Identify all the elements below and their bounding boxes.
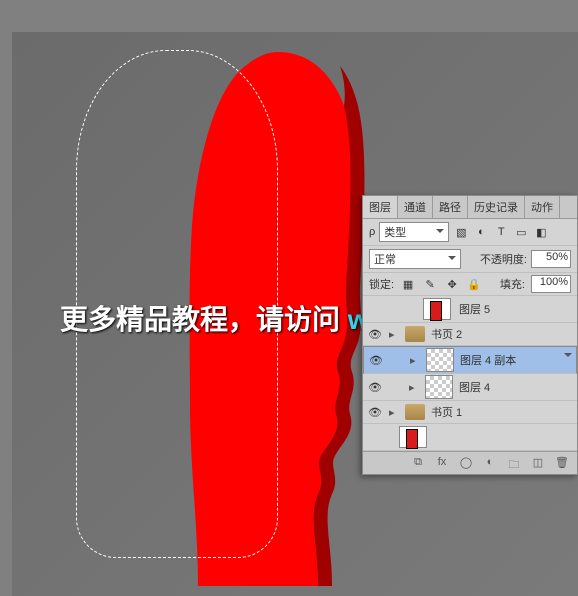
visibility-icon[interactable]: 👁 <box>368 354 384 367</box>
panel-bottom-toolbar: ⧉ fx ◯ ◐ 🗀 ◫ 🗑 <box>363 451 577 474</box>
lock-label: 锁定: <box>369 276 394 292</box>
folder-icon <box>405 326 425 342</box>
lock-position-icon[interactable]: ✥ <box>444 276 460 292</box>
expand-arrow-icon[interactable]: ▸ <box>409 381 419 394</box>
tab-actions[interactable]: 动作 <box>525 196 560 218</box>
tab-layers[interactable]: 图层 <box>363 196 398 218</box>
new-layer-icon[interactable]: ◫ <box>531 456 545 470</box>
filter-shape-icon[interactable]: ▭ <box>513 224 529 240</box>
lock-brush-icon[interactable]: ✎ <box>422 276 438 292</box>
lock-all-icon[interactable]: 🔒 <box>466 276 482 292</box>
expand-arrow-icon[interactable]: ▸ <box>389 406 399 419</box>
blend-mode-select[interactable]: 正常 <box>369 249 461 269</box>
link-layers-icon[interactable]: ⧉ <box>411 456 425 470</box>
new-group-icon[interactable]: 🗀 <box>507 456 521 470</box>
delete-layer-icon[interactable]: 🗑 <box>555 456 569 470</box>
visibility-icon[interactable]: 👁 <box>367 406 383 419</box>
filter-type-select[interactable]: 类型 <box>379 222 449 242</box>
layer-row-selected[interactable]: 👁 ▸ 图层 4 副本 <box>363 346 577 374</box>
layer-name[interactable]: 图层 5 <box>459 301 577 317</box>
filter-row: ρ 类型 ▧ ◐ T ▭ ◧ <box>363 219 577 246</box>
watermark-cn: 更多精品教程，请访问 <box>60 304 348 335</box>
tab-paths[interactable]: 路径 <box>433 196 468 218</box>
filter-smart-icon[interactable]: ◧ <box>533 224 549 240</box>
visibility-icon[interactable]: 👁 <box>367 328 383 341</box>
group-row[interactable]: 👁 ▸ 书页 2 <box>363 323 577 346</box>
filter-kind-icon: ρ <box>369 226 375 238</box>
layer-name[interactable]: 图层 4 <box>459 379 573 395</box>
layer-thumbnail <box>426 348 454 372</box>
layer-name[interactable]: 图层 4 副本 <box>460 352 572 368</box>
panel-tabs: 图层 通道 路径 历史记录 动作 <box>363 196 577 219</box>
layers-panel: 图层 通道 路径 历史记录 动作 ρ 类型 ▧ ◐ T ▭ ◧ 正常 不透明度:… <box>362 195 578 475</box>
group-name[interactable]: 书页 1 <box>431 404 573 420</box>
layer-row[interactable]: 👁 ▸ 图层 4 <box>363 374 577 401</box>
add-mask-icon[interactable]: ◯ <box>459 456 473 470</box>
layer-thumbnail <box>425 375 453 399</box>
group-row[interactable]: 👁 ▸ 书页 1 <box>363 401 577 424</box>
adjustment-layer-icon[interactable]: ◐ <box>483 456 497 470</box>
filter-type-icon[interactable]: T <box>493 224 509 240</box>
filter-pixel-icon[interactable]: ▧ <box>453 224 469 240</box>
filter-adjust-icon[interactable]: ◐ <box>473 224 489 240</box>
tab-history[interactable]: 历史记录 <box>468 196 525 218</box>
layers-list: 图层 5 👁 ▸ 书页 2 👁 ▸ 图层 4 副本 👁 ▸ 图层 4 <box>363 296 577 451</box>
opacity-label: 不透明度: <box>480 251 527 267</box>
expand-arrow-icon[interactable]: ▸ <box>410 354 420 367</box>
folder-icon <box>405 404 425 420</box>
layer-thumbnail <box>399 426 427 448</box>
fill-input[interactable]: 100% <box>531 275 571 293</box>
expand-arrow-icon[interactable]: ▸ <box>389 328 399 341</box>
layer-thumbnail <box>423 298 451 320</box>
visibility-icon[interactable]: 👁 <box>367 381 383 394</box>
opacity-input[interactable]: 50% <box>531 250 571 268</box>
document-canvas[interactable]: 更多精品教程，请访问 www.240PS.com 图层 通道 路径 历史记录 动… <box>0 0 578 596</box>
layer-fx-icon[interactable]: fx <box>435 456 449 470</box>
tab-channels[interactable]: 通道 <box>398 196 433 218</box>
blend-row: 正常 不透明度: 50% <box>363 246 577 273</box>
lock-transparent-icon[interactable]: ▦ <box>400 276 416 292</box>
layer-row-partial[interactable] <box>363 424 577 451</box>
lock-row: 锁定: ▦ ✎ ✥ 🔒 填充: 100% <box>363 273 577 296</box>
fill-label: 填充: <box>500 276 525 292</box>
layer-row-partial[interactable]: 图层 5 <box>363 296 577 323</box>
group-name[interactable]: 书页 2 <box>431 326 573 342</box>
